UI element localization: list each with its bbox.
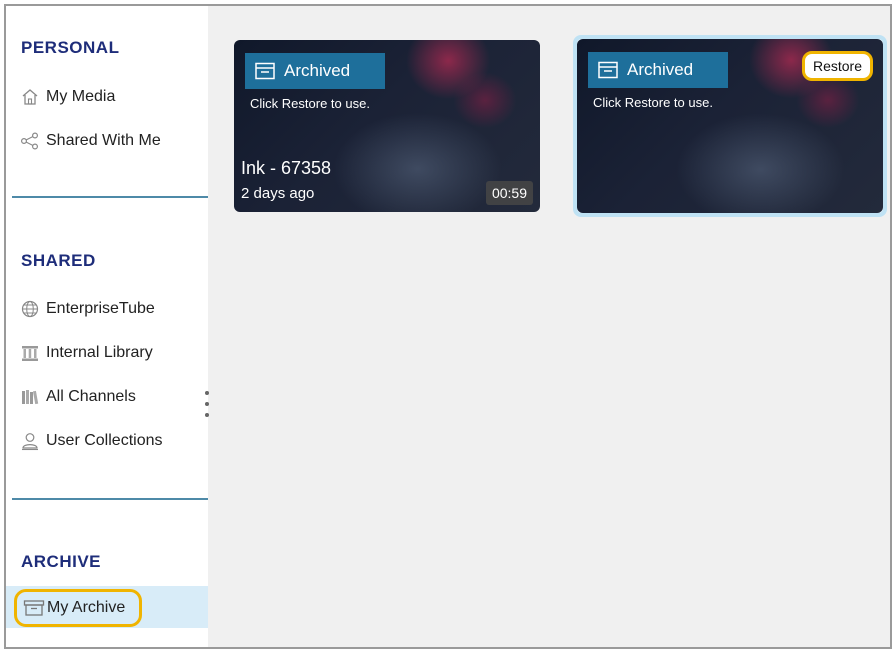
- sidebar-item-enterprisetube[interactable]: EnterpriseTube: [20, 295, 155, 323]
- archived-badge: Archived: [245, 53, 385, 89]
- app-frame: PERSONAL My Media Shared With Me SHARED …: [4, 4, 892, 649]
- duration-badge: 00:59: [485, 181, 533, 205]
- sidebar: PERSONAL My Media Shared With Me SHARED …: [6, 6, 208, 647]
- badge-label: Archived: [284, 61, 351, 80]
- sidebar-item-all-channels[interactable]: All Channels: [20, 383, 136, 411]
- sidebar-resize-handle[interactable]: [203, 391, 211, 417]
- sidebar-item-user-collections[interactable]: User Collections: [20, 427, 162, 455]
- sidebar-item-label: My Media: [46, 88, 116, 105]
- sidebar-item-label: Internal Library: [46, 344, 153, 361]
- media-card-selected[interactable]: Archived Click Restore to use. Restore: [577, 39, 883, 213]
- section-divider: [12, 196, 208, 198]
- home-icon: [20, 87, 40, 107]
- sidebar-item-label: My Archive: [47, 599, 126, 616]
- archive-box-icon: [598, 61, 618, 79]
- share-icon: [20, 131, 40, 151]
- archive-box-icon: [255, 62, 275, 80]
- sidebar-item-my-media[interactable]: My Media: [20, 83, 115, 111]
- sidebar-item-internal-library[interactable]: Internal Library: [20, 339, 153, 367]
- books-icon: [20, 387, 40, 407]
- globe-icon: [20, 299, 40, 319]
- sidebar-item-label: All Channels: [46, 388, 136, 405]
- restore-hint: Click Restore to use.: [593, 95, 713, 110]
- media-date: 2 days ago: [241, 185, 315, 202]
- sidebar-item-my-archive[interactable]: My Archive: [14, 589, 142, 627]
- sidebar-item-label: EnterpriseTube: [46, 300, 155, 317]
- media-title[interactable]: Ink - 67358: [241, 158, 331, 179]
- section-title-archive: ARCHIVE: [21, 552, 102, 571]
- archived-badge: Archived: [588, 52, 728, 88]
- archive-box-icon: [23, 598, 45, 618]
- sidebar-item-label: User Collections: [46, 432, 163, 449]
- restore-button[interactable]: Restore: [801, 51, 873, 81]
- section-title-shared: SHARED: [21, 251, 96, 270]
- sidebar-item-shared-with-me[interactable]: Shared With Me: [20, 127, 161, 155]
- badge-label: Archived: [627, 60, 694, 79]
- user-icon: [20, 431, 40, 451]
- sidebar-item-label: Shared With Me: [46, 132, 161, 149]
- media-card[interactable]: Archived Click Restore to use. Ink - 673…: [234, 40, 540, 212]
- restore-hint: Click Restore to use.: [250, 96, 370, 111]
- section-divider: [12, 498, 208, 500]
- section-title-personal: PERSONAL: [21, 38, 120, 57]
- library-icon: [20, 343, 40, 363]
